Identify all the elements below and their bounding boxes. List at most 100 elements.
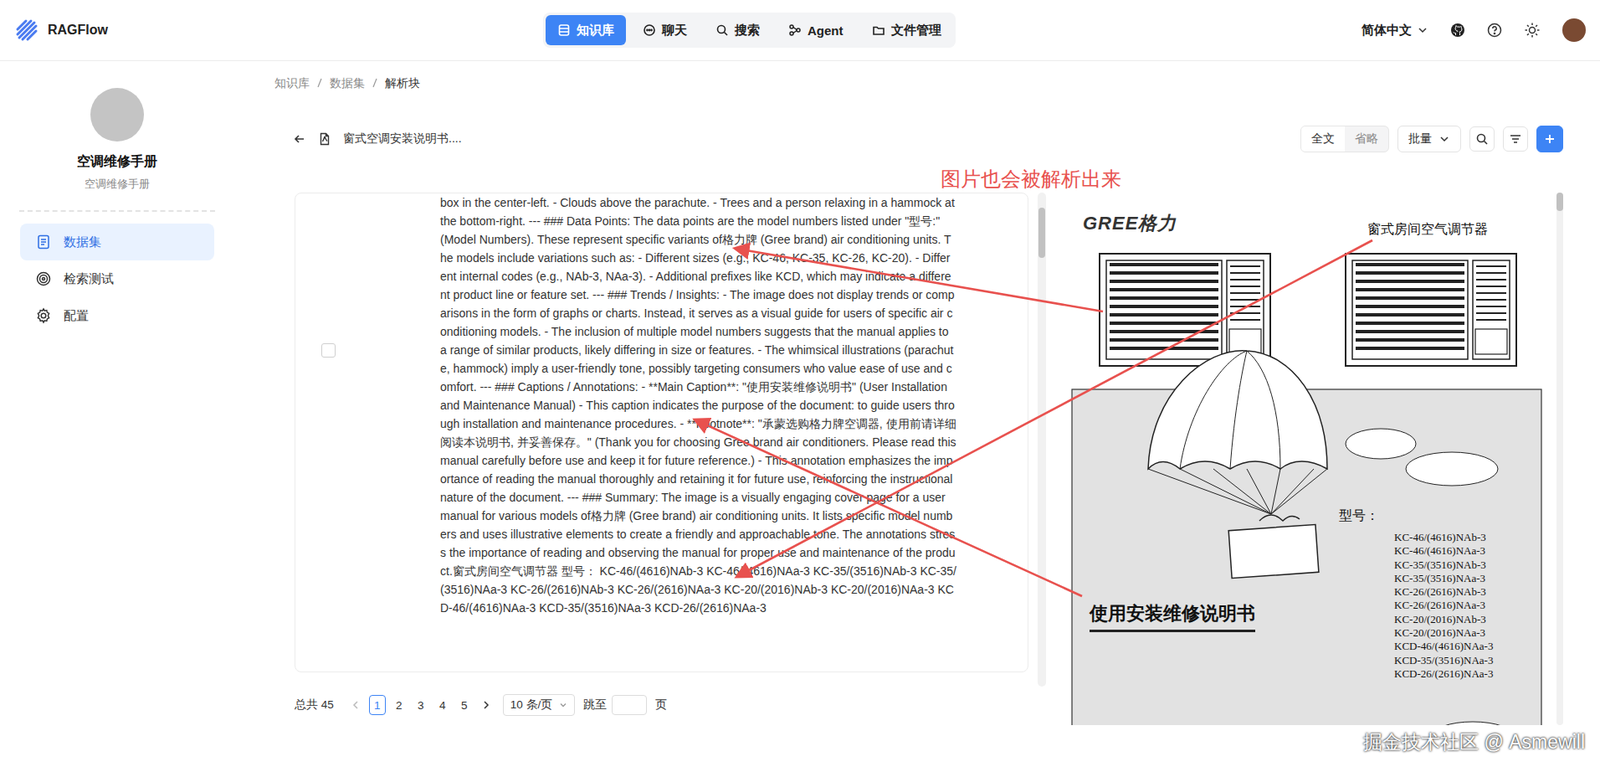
main: 知识库 数据集 解析块窗式空调安装说明书.... 全文省略 批量 box in the c… — [234, 61, 1600, 772]
page-number[interactable]: 4 — [434, 694, 452, 715]
model-number: KC-46/(4616)NAa-3 — [1394, 543, 1493, 558]
nav-tab[interactable]: 聊天 — [630, 15, 699, 46]
view-mode-toggle: 全文省略 — [1300, 125, 1390, 153]
breadcrumb-separator — [371, 76, 379, 89]
chevron-down-icon — [1416, 24, 1429, 36]
scrollbar-thumb[interactable] — [1038, 207, 1046, 258]
watermark: 掘金技术社区 @ Asmewill — [1363, 728, 1585, 755]
divider — [19, 210, 216, 212]
plus-icon — [1543, 132, 1557, 146]
document-page: GREE格力窗式房间空气调节器型号：KC-46/(4616)NAb-3KC-46… — [1071, 192, 1552, 725]
view-mode-option[interactable]: 省略 — [1344, 126, 1389, 152]
chunk-scrollbar[interactable] — [1037, 192, 1047, 687]
breadcrumb-item[interactable]: 数据集 — [329, 75, 365, 91]
search-icon — [1475, 132, 1489, 146]
model-number: KC-26/(2616)NAb-3 — [1394, 584, 1493, 599]
top-bar: RAGFlow 知识库 聊天搜索 Agent 文件管理 简体中文 — [0, 0, 1600, 62]
sidebar-item-label: 配置 — [63, 307, 89, 324]
app-window: RAGFlow知识库聊天搜索Agent文件管理简体中文空调维修手册空调维修手册数… — [0, 0, 1600, 772]
sidebar-item[interactable]: 数据集 — [20, 223, 215, 261]
user-avatar[interactable] — [1562, 18, 1586, 42]
sidebar-item[interactable]: 检索测试 — [20, 260, 215, 298]
back-arrow-icon[interactable] — [292, 132, 307, 146]
github-icon[interactable] — [1450, 22, 1466, 38]
chunk-text: box in the center-left. - Clouds above t… — [440, 193, 957, 663]
ragflow-logo-icon — [14, 17, 40, 43]
nav-tabs: 知识库 聊天搜索 Agent 文件管理 — [543, 12, 956, 48]
database-icon — [557, 23, 571, 37]
manual-title: 使用安装维修说明书 — [1089, 600, 1256, 632]
chevron-left-icon — [350, 699, 361, 710]
pdf-file-icon — [317, 132, 332, 146]
brand[interactable]: RAGFlow — [14, 17, 544, 43]
folder-icon — [871, 23, 886, 37]
page-number[interactable]: 3 — [412, 694, 430, 715]
file-header: 窗式空调安装说明书.... — [292, 131, 462, 147]
knowledge-base-avatar — [90, 87, 144, 142]
slash-icon — [371, 76, 379, 89]
model-number: KCD-26/(2616)NAa-3 — [1394, 666, 1493, 681]
chat-icon — [642, 23, 657, 37]
model-number: KCD-35/(3516)NAa-3 — [1394, 653, 1493, 667]
breadcrumb-item[interactable]: 知识库 — [274, 75, 310, 91]
add-button[interactable] — [1536, 125, 1564, 153]
sun-icon[interactable] — [1523, 21, 1541, 39]
page-size-label: 10 条/页 — [510, 697, 554, 713]
body: 空调维修手册空调维修手册数据集检索测试配置知识库数据集解析块窗式空调安装说明书.… — [0, 61, 1600, 772]
document-preview: GREE格力窗式房间空气调节器型号：KC-46/(4616)NAb-3KC-46… — [1071, 192, 1564, 725]
next-page-button[interactable] — [477, 694, 495, 715]
knowledge-base-subtitle: 空调维修手册 — [84, 177, 150, 192]
model-number: KC-20/(2016)NAb-3 — [1394, 612, 1493, 626]
sidebar-item[interactable]: 配置 — [20, 297, 215, 334]
nav-tab[interactable]: Agent — [776, 15, 856, 46]
model-label: 型号： — [1338, 507, 1380, 525]
nav-tab[interactable]: 搜索 — [703, 15, 772, 46]
sidebar: 空调维修手册空调维修手册数据集检索测试配置 — [0, 61, 235, 772]
page-number[interactable]: 2 — [390, 694, 408, 715]
target-icon — [35, 270, 52, 288]
batch-label: 批量 — [1408, 131, 1432, 147]
chevron-right-icon — [481, 699, 492, 710]
nav-tab-label: 知识库 — [576, 22, 615, 39]
page-size-select[interactable]: 10 条/页 — [502, 693, 576, 716]
chunk-list: box in the center-left. - Clouds above t… — [294, 192, 1047, 687]
page-number[interactable]: 1 — [369, 694, 386, 715]
language-select[interactable]: 简体中文 — [1361, 22, 1429, 39]
sidebar-item-label: 数据集 — [63, 234, 102, 251]
preview-scrollbar[interactable] — [1556, 192, 1564, 725]
nav-tab-label: Agent — [807, 23, 844, 38]
prev-page-button[interactable] — [347, 694, 365, 715]
nav-tab-label: 聊天 — [661, 22, 688, 39]
annotation-arrow — [696, 420, 1083, 596]
file-name: 窗式空调安装说明书.... — [343, 131, 462, 147]
batch-dropdown[interactable]: 批量 — [1397, 125, 1462, 153]
nav-tab[interactable]: 文件管理 — [860, 15, 954, 46]
breadcrumb-item[interactable]: 解析块 — [384, 75, 421, 91]
model-number: KC-35/(3516)NAb-3 — [1394, 558, 1493, 572]
annotation-arrow — [736, 248, 1103, 312]
search-icon — [715, 23, 729, 37]
chevron-down-icon — [1438, 133, 1451, 145]
filter-button[interactable] — [1502, 126, 1529, 152]
content: box in the center-left. - Clouds above t… — [274, 192, 1564, 725]
view-mode-option[interactable]: 全文 — [1301, 126, 1345, 152]
search-button[interactable] — [1469, 126, 1495, 152]
page-number[interactable]: 5 — [456, 694, 473, 715]
scrollbar-thumb[interactable] — [1556, 192, 1564, 211]
help-icon[interactable] — [1487, 22, 1503, 38]
sidebar-item-label: 检索测试 — [63, 271, 114, 288]
pagination-total: 总共 45 — [294, 697, 334, 713]
annotation-arrows — [0, 0, 1600, 772]
nav-tab-label: 文件管理 — [891, 22, 942, 39]
toolbar: 窗式空调安装说明书.... 全文省略 批量 — [274, 123, 1564, 154]
model-number: KCD-46/(4616)NAa-3 — [1394, 639, 1493, 653]
nav-tab[interactable]: 知识库 — [545, 15, 626, 46]
chunk-select — [295, 193, 441, 663]
chunk-list-panel: box in the center-left. - Clouds above t… — [294, 192, 1047, 725]
jump-input[interactable] — [611, 694, 647, 715]
pagination: 总共 451234510 条/页跳至页 — [294, 692, 1047, 717]
model-list: KC-46/(4616)NAb-3KC-46/(4616)NAa-3KC-35/… — [1394, 530, 1493, 681]
chunk-card[interactable]: box in the center-left. - Clouds above t… — [294, 192, 1029, 672]
chunk-checkbox[interactable] — [321, 343, 336, 358]
top-right: 简体中文 — [1361, 18, 1586, 42]
